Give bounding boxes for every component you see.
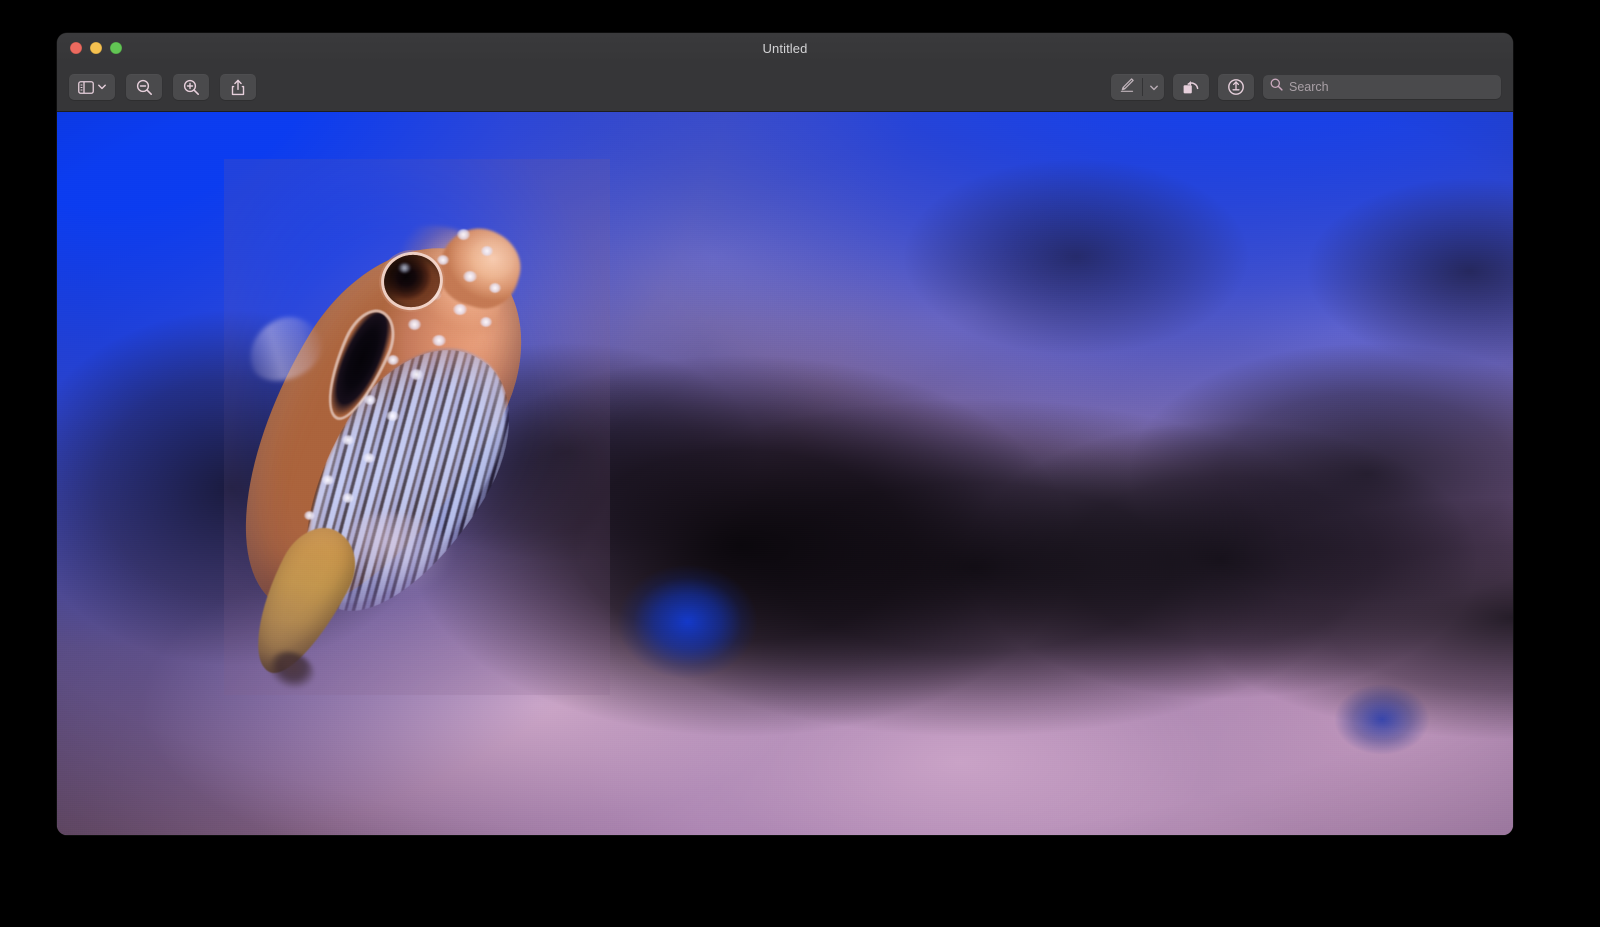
annotate-button[interactable] bbox=[1218, 74, 1254, 100]
rotate-left-icon bbox=[1182, 79, 1200, 95]
chevron-down-icon bbox=[1150, 78, 1158, 96]
search-placeholder: Search bbox=[1289, 80, 1329, 94]
annotate-icon bbox=[1227, 78, 1245, 96]
markup-control bbox=[1111, 74, 1164, 100]
markup-button[interactable] bbox=[1111, 74, 1142, 100]
minimize-button[interactable] bbox=[90, 42, 102, 54]
maximize-button[interactable] bbox=[110, 42, 122, 54]
zoom-out-icon bbox=[136, 79, 153, 96]
zoom-in-button[interactable] bbox=[173, 74, 209, 100]
window-title: Untitled bbox=[57, 33, 1513, 63]
zoom-in-icon bbox=[183, 79, 200, 96]
zoom-out-button[interactable] bbox=[126, 74, 162, 100]
window-titlebar: Untitled bbox=[57, 33, 1513, 63]
rotate-left-button[interactable] bbox=[1173, 74, 1209, 100]
share-icon bbox=[231, 79, 245, 96]
image-canvas[interactable] bbox=[57, 112, 1513, 835]
search-field[interactable]: Search bbox=[1263, 75, 1501, 99]
toolbar-left-group bbox=[69, 74, 256, 100]
pen-icon bbox=[1119, 77, 1135, 98]
sidebar-icon bbox=[78, 81, 94, 94]
close-button[interactable] bbox=[70, 42, 82, 54]
sidebar-toggle-button[interactable] bbox=[69, 74, 115, 100]
markup-menu-button[interactable] bbox=[1143, 74, 1164, 100]
toolbar-right-group: Search bbox=[1111, 74, 1501, 100]
vignette-layer bbox=[57, 112, 1513, 835]
search-icon bbox=[1270, 78, 1283, 96]
share-button[interactable] bbox=[220, 74, 256, 100]
traffic-light-group bbox=[70, 42, 122, 54]
preview-window: Untitled bbox=[57, 33, 1513, 835]
chevron-down-icon bbox=[98, 84, 106, 90]
toolbar: Search bbox=[57, 63, 1513, 112]
